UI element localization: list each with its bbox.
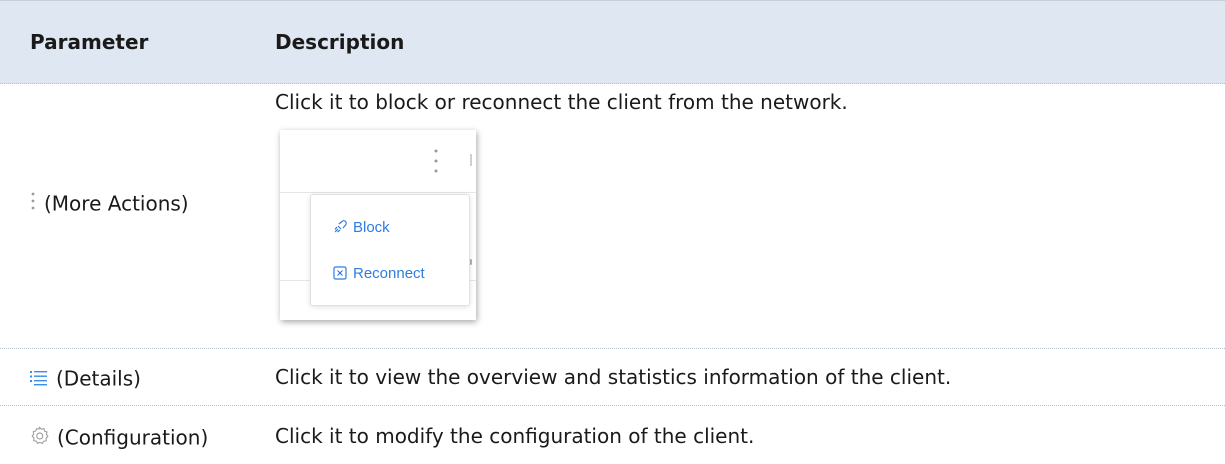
- reconnect-box-x-icon: [333, 266, 347, 284]
- more-actions-icon[interactable]: [432, 148, 440, 179]
- gear-icon: [30, 425, 49, 450]
- description-cell: Click it to block or reconnect the clien…: [275, 90, 848, 114]
- parameter-label: (More Actions): [44, 191, 189, 216]
- parameter-label: (Configuration): [57, 425, 209, 450]
- block-label: Block: [353, 219, 390, 236]
- description-cell: Click it to view the overview and statis…: [275, 365, 952, 389]
- table-row: (More Actions) Click it to block or reco…: [0, 84, 1225, 349]
- list-details-icon: [30, 367, 48, 391]
- parameter-cell: (Details): [30, 365, 141, 391]
- more-actions-menu: Block Reconnect: [310, 194, 470, 306]
- parameter-cell: (Configuration): [30, 424, 208, 450]
- block-link-icon: [333, 220, 347, 238]
- header-parameter: Parameter: [30, 30, 149, 54]
- divider: [280, 192, 476, 193]
- divider: [470, 154, 472, 166]
- table-header-row: Parameter Description: [0, 0, 1225, 84]
- description-cell: Click it to modify the configuration of …: [275, 424, 755, 448]
- table-row: (Details) Click it to view the overview …: [0, 349, 1225, 406]
- parameter-label: (Details): [56, 366, 141, 391]
- parameter-table: Parameter Description (More Actions) Cli…: [0, 0, 1225, 464]
- reconnect-menu-item[interactable]: Reconnect: [311, 254, 469, 294]
- table-row: (Configuration) Click it to modify the c…: [0, 406, 1225, 464]
- vertical-ellipsis-icon: [30, 191, 36, 216]
- block-menu-item[interactable]: Block: [311, 208, 469, 248]
- parameter-cell: (More Actions): [30, 190, 189, 216]
- reconnect-label: Reconnect: [353, 265, 425, 282]
- more-actions-screenshot: Block Reconnect: [280, 130, 476, 320]
- header-description: Description: [275, 30, 405, 54]
